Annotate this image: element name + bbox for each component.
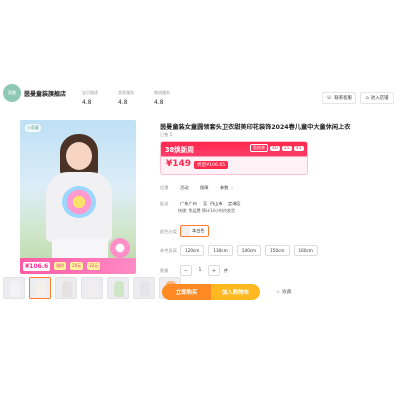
size-option[interactable]: 130cm <box>208 245 233 256</box>
ship-to-city[interactable]: 丹山市 <box>210 201 223 207</box>
favorite-label: 收藏 <box>282 290 292 295</box>
price: ¥149 <box>166 159 192 169</box>
buy-now-button[interactable]: 立即购买 <box>162 284 211 300</box>
main-product-image[interactable]: 小茵童 <box>20 120 136 272</box>
countdown-seconds: 45 <box>293 145 304 151</box>
promo-chip: 20元 <box>70 262 84 270</box>
gallery-brand-logo: 小茵童 <box>25 124 41 132</box>
quantity-row-label: 数量 <box>160 268 169 273</box>
size-option[interactable]: 150cm <box>265 245 290 256</box>
metric-label: 卖家服务 <box>118 90 134 95</box>
sold-count: 已售 5 <box>160 132 173 137</box>
ship-to-label: 至 <box>203 201 208 206</box>
color-swatch <box>181 226 190 236</box>
countdown-label: 距结束 <box>250 144 268 152</box>
chevron-down-icon: ⌄ <box>230 185 234 190</box>
purchase-buttons: 立即购买 加入购物车 <box>162 284 260 300</box>
ship-from: 广东广州 <box>180 201 197 206</box>
service-label: 保障 <box>200 185 209 190</box>
enter-store-label: 进入店铺 <box>370 96 389 101</box>
promo-chip: 限时 <box>54 262 67 270</box>
star-icon: ☆ <box>276 289 281 295</box>
contact-service-label: 联系客服 <box>334 96 352 101</box>
store-logo[interactable]: 茵曼 <box>3 84 21 102</box>
product-title: 茵曼童装女童圆领套头卫衣甜美印花装饰2024春儿童中大童休闲上衣 <box>160 124 351 131</box>
size-option[interactable]: 120cm <box>180 245 205 256</box>
countdown: 距结束 40 25 45 <box>250 144 304 152</box>
service-label: 参数 <box>220 185 229 190</box>
size-option[interactable]: 140cm <box>236 245 262 256</box>
thumbnail[interactable] <box>3 277 25 299</box>
flower-print <box>62 186 96 218</box>
thumbnail-strip <box>3 277 181 299</box>
size-options: 120cm 130cm 140cm 150cm 160cm <box>180 245 318 256</box>
favorite-button[interactable]: ☆ 收藏 <box>276 289 292 296</box>
metric-label: 宝贝描述 <box>82 90 98 95</box>
service-label: 活动 <box>180 185 189 190</box>
decrement-button[interactable]: − <box>180 265 192 276</box>
quantity-stepper: − 1 + 件 <box>180 265 228 276</box>
metric-service: 卖家服务 4.8 <box>118 90 158 106</box>
color-option-label: 本白色 <box>192 228 205 233</box>
metric-value: 4.8 <box>118 99 128 106</box>
contact-service-button[interactable]: ☏ 联系客服 <box>322 92 356 104</box>
promo-row-label: 优惠 <box>160 185 169 190</box>
thumbnail[interactable] <box>81 277 103 299</box>
promo-price: ¥106.6 <box>23 261 51 271</box>
metric-value: 4.8 <box>154 99 164 106</box>
quantity-input[interactable]: 1 <box>194 265 206 276</box>
metric-description: 宝贝描述 4.8 <box>82 90 122 106</box>
thumbnail[interactable] <box>107 277 129 299</box>
metric-logistics: 物流服务 4.8 <box>154 90 194 106</box>
color-row-label: 颜色分类 <box>160 229 177 234</box>
countdown-minutes: 25 <box>281 145 292 151</box>
enter-store-button[interactable]: ⌂ 进入店铺 <box>360 92 394 104</box>
shipping-info: 快递: 免运费 预计14小时内发货 <box>178 208 235 213</box>
quantity-unit: 件 <box>224 267 229 273</box>
thumbnail[interactable] <box>133 277 155 299</box>
countdown-hours: 40 <box>270 145 280 151</box>
promo-banner: ¥106.6 限时 20元 22元 <box>20 258 136 274</box>
metric-label: 物流服务 <box>154 90 170 95</box>
promo-chip: 22元 <box>87 262 101 270</box>
discount-price: 折后¥106.65 <box>194 161 229 169</box>
ship-to-district[interactable]: 定海区 <box>228 201 241 207</box>
headset-icon: ☏ <box>326 95 333 101</box>
thumbnail[interactable] <box>55 277 77 299</box>
store-icon: ⌂ <box>365 95 369 101</box>
event-name: 38焕新周 <box>165 146 194 154</box>
thumbnail[interactable] <box>29 277 51 299</box>
model-face <box>66 142 92 170</box>
service-activity[interactable]: 活动 <box>180 185 188 191</box>
metric-value: 4.8 <box>82 99 92 106</box>
add-to-cart-button[interactable]: 加入购物车 <box>211 284 260 300</box>
service-params[interactable]: 参数 ⌄ <box>220 185 234 191</box>
color-option[interactable]: 本白色 <box>180 225 209 237</box>
store-name[interactable]: 茵曼童装旗舰店 <box>24 89 66 98</box>
decorative-flower <box>110 238 130 258</box>
size-row-label: 参考身高 <box>160 248 177 253</box>
service-guarantee[interactable]: 保障 <box>200 185 208 191</box>
size-option[interactable]: 160cm <box>293 245 318 256</box>
increment-button[interactable]: + <box>208 265 220 276</box>
ship-row-label: 配送 <box>160 201 169 206</box>
